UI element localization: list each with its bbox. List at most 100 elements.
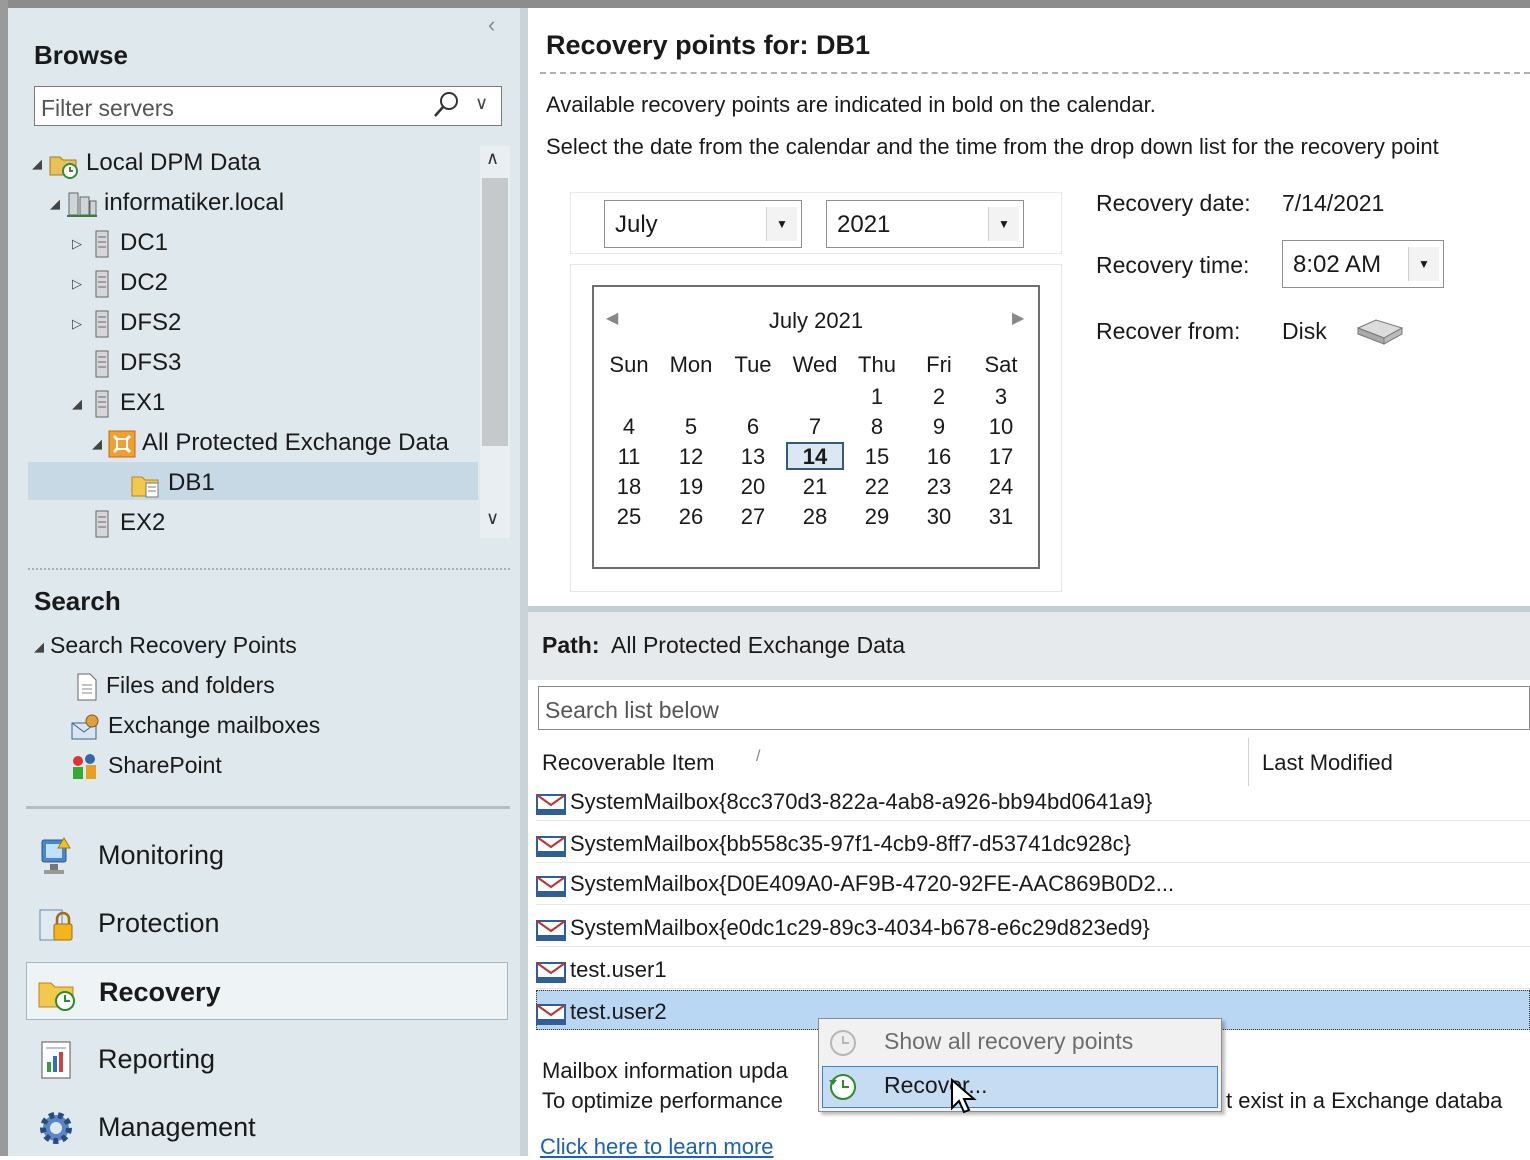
calendar-day[interactable]: 15 [846,444,908,470]
recover-icon [829,1074,856,1100]
column-separator[interactable] [1248,738,1249,786]
search-icon[interactable] [431,90,461,120]
collapse-pane-icon[interactable]: ‹ [488,12,495,38]
calendar-day[interactable]: 3 [970,384,1032,410]
row-divider [536,904,1530,905]
search-list-input[interactable]: Search list below [538,686,1530,730]
mailbox-icon [536,836,566,858]
search-recovery-points-node[interactable]: ◢ Search Recovery Points [34,632,297,659]
calendar-day[interactable]: 6 [722,414,784,440]
tree-item-all-protected-exchange-data[interactable]: ◢ All Protected Exchange Data [92,424,449,462]
search-item-label: SharePoint [108,752,222,778]
column-header-last-modified[interactable]: Last Modified [1262,750,1393,776]
calendar-day[interactable]: 12 [660,444,722,470]
tree-item-label: DC2 [120,269,169,296]
tree-item-informatiker-local[interactable]: ◢ informatiker.local [50,184,284,222]
filter-placeholder: Filter servers [41,95,174,121]
dropdown-arrow-icon[interactable]: ▼ [766,207,797,241]
calendar-day[interactable]: 10 [970,414,1032,440]
tree-item-db1[interactable]: DB1 [114,464,215,502]
calendar-day[interactable]: 19 [660,474,722,500]
year-select[interactable]: 2021 ▼ [826,200,1024,248]
tree-item-dfs2[interactable]: ▷ DFS2 [72,304,181,342]
calendar-day[interactable]: 26 [660,504,722,530]
dropdown-arrow-icon[interactable]: ▼ [988,207,1019,241]
list-item-label: test.user1 [570,957,667,982]
mailbox-icon [536,876,566,898]
expanded-triangle-icon[interactable]: ◢ [50,185,66,223]
collapsed-triangle-icon[interactable]: ▷ [72,265,88,303]
list-item[interactable]: SystemMailbox{D0E409A0-AF9B-4720-92FE-AA… [536,864,1530,904]
calendar-day[interactable]: 14 [784,444,846,470]
nav-monitoring[interactable]: Monitoring [26,826,508,884]
expanded-triangle-icon[interactable]: ◢ [72,385,88,423]
tree-scrollbar[interactable]: ∧ ∨ [480,146,510,538]
tree-item-ex1[interactable]: ◢ EX1 [72,384,165,422]
menu-item-show-all-recovery-points[interactable]: Show all recovery points [826,1028,1133,1058]
calendar-day[interactable]: 22 [846,474,908,500]
mouse-cursor-icon [951,1078,977,1114]
scroll-up-icon[interactable]: ∧ [486,148,499,169]
calendar-day[interactable]: 16 [908,444,970,470]
chevron-down-icon[interactable]: ∨ [475,93,488,114]
scroll-down-icon[interactable]: ∨ [486,508,499,529]
calendar-day[interactable]: 18 [598,474,660,500]
nav-recovery[interactable]: Recovery [26,962,508,1020]
calendar-day[interactable]: 9 [908,414,970,440]
list-item[interactable]: SystemMailbox{e0dc1c29-89c3-4034-b678-e6… [536,908,1530,948]
sort-indicator-icon: / [756,748,761,765]
tree-item-label: EX1 [120,389,166,416]
nav-management[interactable]: Management [26,1098,508,1156]
list-item-label: SystemMailbox{bb558c35-97f1-4cb9-8ff7-d5… [570,831,1131,856]
calendar-day[interactable]: 21 [784,474,846,500]
tree-selection-highlight [28,462,478,500]
expanded-triangle-icon[interactable]: ◢ [92,425,108,463]
filter-servers-input[interactable]: Filter servers ∨ [34,86,502,126]
calendar-day[interactable]: 23 [908,474,970,500]
column-header-recoverable-item[interactable]: Recoverable Item [542,750,714,776]
expanded-triangle-icon[interactable]: ◢ [34,639,50,655]
calendar-day[interactable]: 13 [722,444,784,470]
calendar-day[interactable]: 31 [970,504,1032,530]
learn-more-link[interactable]: Click here to learn more [540,1134,774,1160]
scrollbar-thumb[interactable] [482,178,508,446]
collapsed-triangle-icon[interactable]: ▷ [72,305,88,343]
collapsed-triangle-icon[interactable]: ▷ [72,225,88,263]
expanded-triangle-icon[interactable]: ◢ [32,145,48,183]
tree-item-dc1[interactable]: ▷ DC1 [72,224,168,262]
calendar-day[interactable]: 4 [598,414,660,440]
month-select[interactable]: July ▼ [604,200,802,248]
disk-icon [1356,319,1404,345]
tree-item-dfs3[interactable]: DFS3 [72,344,181,382]
tree-item-local-dpm-data[interactable]: ◢ Local DPM Data [32,144,261,182]
list-item[interactable]: test.user1 [536,950,1530,990]
calendar-day[interactable]: 29 [846,504,908,530]
search-files-and-folders[interactable]: Files and folders [74,672,275,701]
nav-reporting[interactable]: Reporting [26,1030,508,1088]
calendar-month-header: July 2021 [768,308,864,333]
calendar-day[interactable]: 2 [908,384,970,410]
tree-item-ex2[interactable]: EX2 [72,504,165,538]
calendar-day[interactable]: 28 [784,504,846,530]
list-item[interactable]: SystemMailbox{bb558c35-97f1-4cb9-8ff7-d5… [536,824,1530,864]
calendar-day[interactable]: 20 [722,474,784,500]
list-item[interactable]: SystemMailbox{8cc370d3-822a-4ab8-a926-bb… [536,782,1530,822]
calendar-day[interactable]: 8 [846,414,908,440]
weekday-header: Mon [669,352,713,377]
calendar-day[interactable]: 17 [970,444,1032,470]
calendar-day[interactable]: 25 [598,504,660,530]
search-exchange-mailboxes[interactable]: Exchange mailboxes [70,712,320,741]
recovery-time-select[interactable]: 8:02 AM ▼ [1282,240,1444,288]
tree-item-dc2[interactable]: ▷ DC2 [72,264,168,302]
pane-splitter[interactable] [520,8,528,1156]
dropdown-arrow-icon[interactable]: ▼ [1408,247,1439,281]
calendar-day[interactable]: 7 [784,414,846,440]
nav-protection[interactable]: Protection [26,894,508,952]
search-sharepoint[interactable]: SharePoint [70,752,222,781]
calendar-day[interactable]: 30 [908,504,970,530]
calendar-day[interactable]: 27 [722,504,784,530]
calendar-day[interactable]: 1 [846,384,908,410]
calendar-day[interactable]: 5 [660,414,722,440]
calendar-day[interactable]: 24 [970,474,1032,500]
calendar-day[interactable]: 11 [598,444,660,470]
